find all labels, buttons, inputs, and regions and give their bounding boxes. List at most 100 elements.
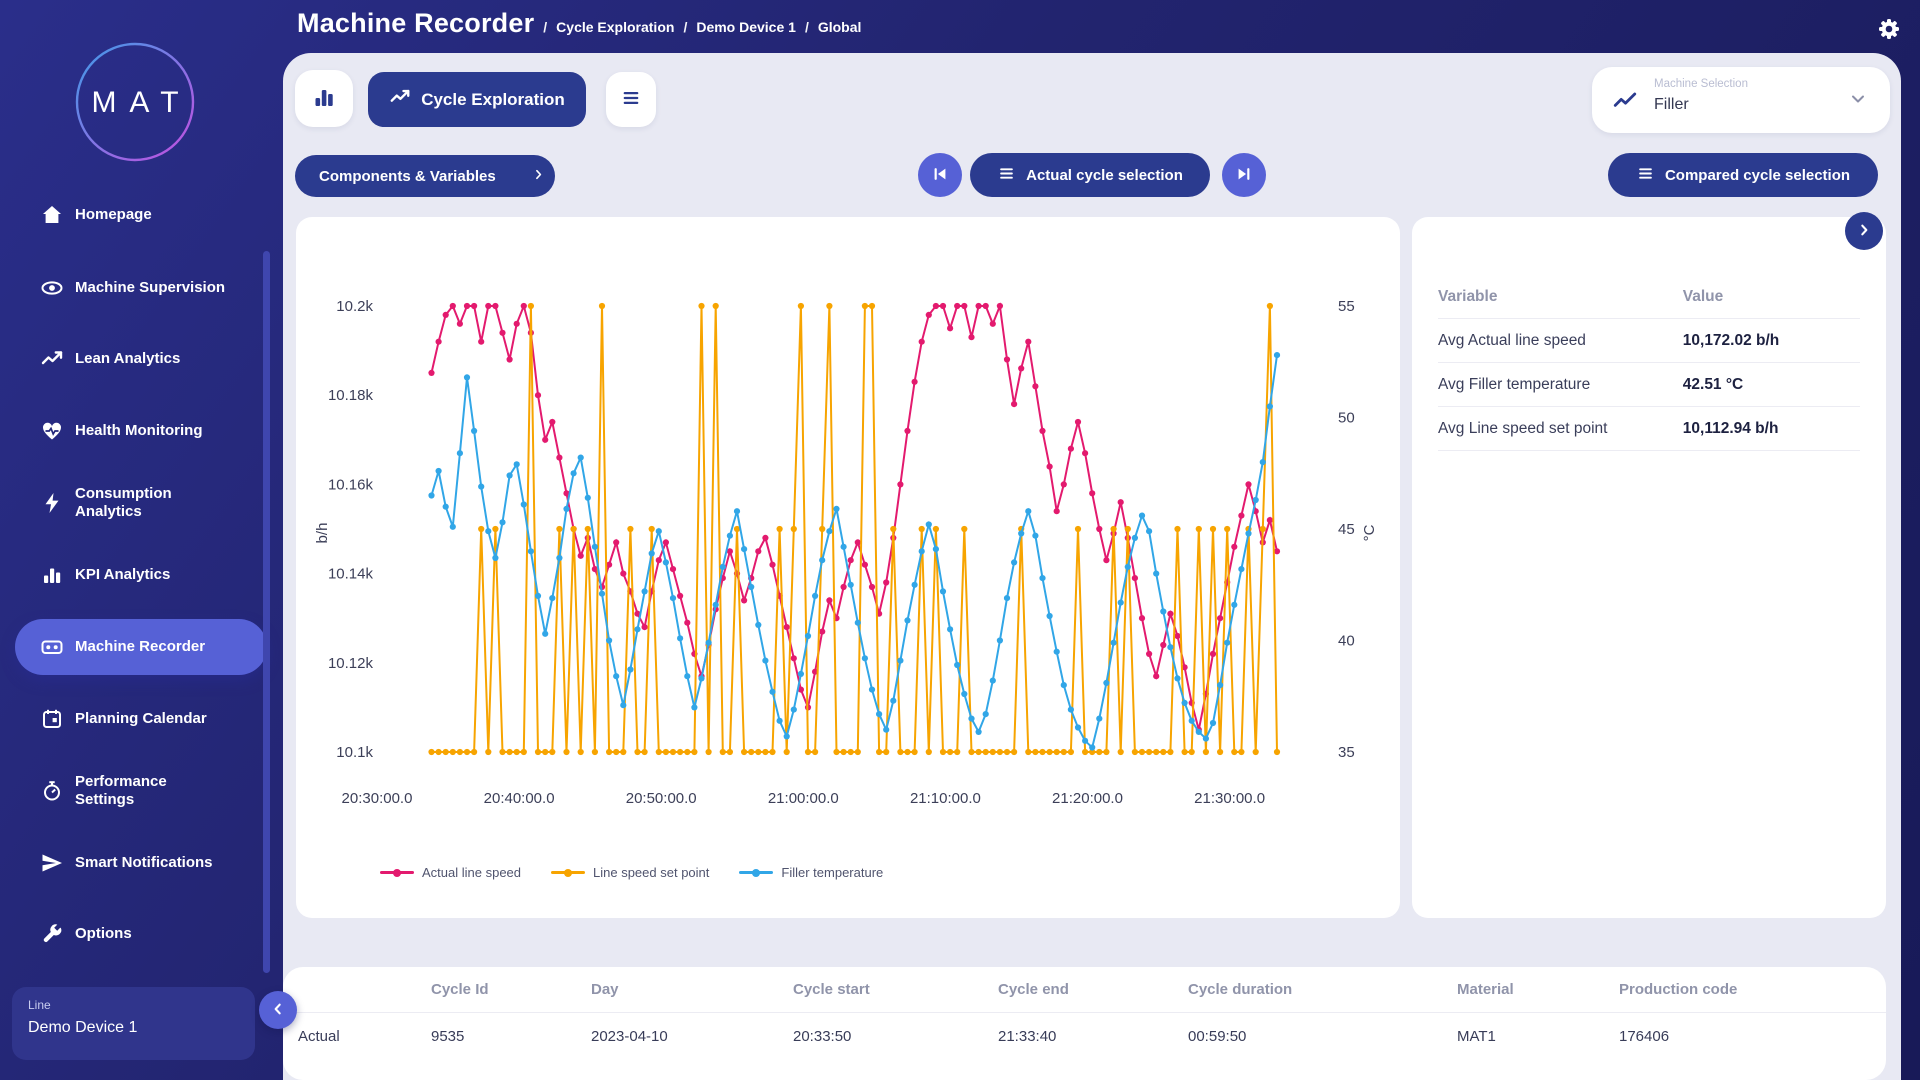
view-menu-button[interactable]: [606, 72, 656, 127]
bar-chart-icon: [311, 84, 337, 113]
svg-text:21:20:00.0: 21:20:00.0: [1052, 790, 1123, 807]
heart-pulse-icon: [40, 419, 64, 443]
sidebar-item-label: KPI Analytics: [75, 566, 227, 584]
actual-cycle-selection-button[interactable]: Actual cycle selection: [970, 153, 1210, 197]
hamburger-icon: [997, 164, 1016, 187]
chevron-down-icon: [1848, 89, 1868, 114]
chevron-left-icon: [270, 1001, 286, 1020]
home-icon: [40, 203, 64, 227]
sidebar-item-machine-recorder[interactable]: Machine Recorder: [15, 619, 267, 675]
tab-cycle-exploration[interactable]: Cycle Exploration: [368, 72, 586, 127]
skip-next-icon: [1234, 164, 1254, 187]
stats-value: 42.51 °C: [1683, 376, 1860, 394]
cell-row-type: Actual: [298, 1028, 431, 1045]
previous-cycle-button[interactable]: [918, 153, 962, 197]
chevron-right-icon: [506, 168, 545, 185]
cycle-chart-card: 10.1k10.12k10.14k10.16k10.18k10.2k354045…: [296, 217, 1400, 918]
lightning-icon: [40, 491, 64, 515]
sidebar-item-label: Machine Recorder: [75, 638, 227, 656]
breadcrumb-item-demo-device[interactable]: Demo Device 1: [696, 19, 796, 35]
col-header-material: Material: [1457, 981, 1619, 998]
cell-day: 2023-04-10: [591, 1028, 793, 1045]
svg-text:10.1k: 10.1k: [336, 744, 373, 761]
sidebar-scrollbar[interactable]: [263, 251, 270, 973]
machine-selection-label: Machine Selection: [1654, 78, 1748, 90]
machine-selection-value: Filler: [1654, 96, 1689, 114]
legend-label: Line speed set point: [593, 865, 709, 880]
legend-item-actual-line-speed[interactable]: Actual line speed: [380, 865, 521, 880]
svg-text:10.12k: 10.12k: [328, 655, 374, 672]
breadcrumb-item-global[interactable]: Global: [818, 19, 862, 35]
stats-header-variable: Variable: [1438, 288, 1683, 306]
sidebar-item-machine-supervision[interactable]: Machine Supervision: [15, 260, 267, 316]
col-header-cycle-duration: Cycle duration: [1188, 981, 1457, 998]
chart-legend: Actual line speed Line speed set point F…: [380, 865, 883, 880]
stats-table-header: Variable Value: [1438, 275, 1860, 319]
page-title: Machine Recorder: [297, 8, 534, 39]
cell-cycle-start: 20:33:50: [793, 1028, 998, 1045]
stats-table: Variable Value Avg Actual line speed 10,…: [1438, 275, 1860, 451]
wrench-icon: [40, 922, 64, 946]
sidebar-item-label: Performance Settings: [75, 773, 227, 809]
breadcrumb: Machine Recorder / Cycle Exploration / D…: [297, 8, 861, 39]
breadcrumb-item-cycle-exploration[interactable]: Cycle Exploration: [556, 19, 674, 35]
svg-text:10.16k: 10.16k: [328, 476, 374, 493]
sidebar-item-label: Machine Supervision: [75, 279, 227, 297]
breadcrumb-separator: /: [543, 19, 547, 35]
cycle-stats-card: Variable Value Avg Actual line speed 10,…: [1412, 217, 1886, 918]
machine-recorder-app: { "header": { "title": "Machine Recorder…: [0, 0, 1920, 1080]
cell-cycle-id: 9535: [431, 1028, 591, 1045]
cycle-table-row[interactable]: Actual 9535 2023-04-10 20:33:50 21:33:40…: [283, 1013, 1886, 1059]
sidebar-item-performance-settings[interactable]: Performance Settings: [15, 763, 267, 819]
sidebar-item-smart-notifications[interactable]: Smart Notifications: [15, 835, 267, 891]
legend-item-filler-temperature[interactable]: Filler temperature: [739, 865, 883, 880]
sidebar-item-options[interactable]: Options: [15, 906, 267, 962]
mat-logo: MAT: [63, 30, 207, 174]
bar-chart-icon: [40, 563, 64, 587]
sidebar-item-consumption-analytics[interactable]: Consumption Analytics: [15, 475, 267, 531]
sidebar-item-health-monitoring[interactable]: Health Monitoring: [15, 403, 267, 459]
legend-label: Actual line speed: [422, 865, 521, 880]
svg-text:20:40:00.0: 20:40:00.0: [484, 790, 555, 807]
sidebar-item-lean-analytics[interactable]: Lean Analytics: [15, 331, 267, 387]
svg-text:20:30:00.0: 20:30:00.0: [342, 790, 413, 807]
chevron-right-icon: [1856, 222, 1872, 241]
svg-text:20:50:00.0: 20:50:00.0: [626, 790, 697, 807]
svg-text:35: 35: [1338, 744, 1355, 761]
trend-icon: [40, 347, 64, 371]
legend-item-line-speed-set-point[interactable]: Line speed set point: [551, 865, 709, 880]
trend-icon: [1612, 88, 1638, 119]
sidebar-collapse-button[interactable]: [259, 991, 297, 1029]
svg-text:°C: °C: [1361, 524, 1378, 541]
cell-production-code: 176406: [1619, 1028, 1886, 1045]
compared-cycle-selection-button[interactable]: Compared cycle selection: [1608, 153, 1878, 197]
col-header-cycle-end: Cycle end: [998, 981, 1188, 998]
sidebar-item-label: Consumption Analytics: [75, 485, 227, 521]
next-cycle-button[interactable]: [1222, 153, 1266, 197]
logo-text: MAT: [63, 86, 207, 120]
components-variables-button[interactable]: Components & Variables: [295, 155, 555, 197]
svg-text:40: 40: [1338, 633, 1355, 650]
sidebar-item-label: Planning Calendar: [75, 710, 227, 728]
col-header-day: Day: [591, 981, 793, 998]
svg-text:50: 50: [1338, 410, 1355, 427]
trend-icon: [389, 86, 411, 113]
stats-header-value: Value: [1683, 288, 1860, 306]
calendar-icon: [40, 707, 64, 731]
actual-cycle-selection-label: Actual cycle selection: [1026, 167, 1183, 184]
stats-row: Avg Line speed set point 10,112.94 b/h: [1438, 407, 1860, 451]
stats-row: Avg Filler temperature 42.51 °C: [1438, 363, 1860, 407]
sidebar-item-homepage[interactable]: Homepage: [15, 187, 267, 243]
stats-value: 10,172.02 b/h: [1683, 332, 1860, 350]
cycle-chart[interactable]: 10.1k10.12k10.14k10.16k10.18k10.2k354045…: [296, 217, 1400, 847]
chart-view-button[interactable]: [295, 70, 353, 127]
legend-label: Filler temperature: [781, 865, 883, 880]
sidebar-item-planning-calendar[interactable]: Planning Calendar: [15, 691, 267, 747]
stats-panel-expand-button[interactable]: [1845, 212, 1883, 250]
machine-selection-dropdown[interactable]: Machine Selection Filler: [1592, 67, 1890, 133]
line-selector-card[interactable]: Line Demo Device 1: [12, 987, 255, 1060]
stats-row: Avg Actual line speed 10,172.02 b/h: [1438, 319, 1860, 363]
stats-variable: Avg Actual line speed: [1438, 332, 1683, 350]
gear-icon[interactable]: [1877, 17, 1901, 41]
sidebar-item-kpi-analytics[interactable]: KPI Analytics: [15, 547, 267, 603]
